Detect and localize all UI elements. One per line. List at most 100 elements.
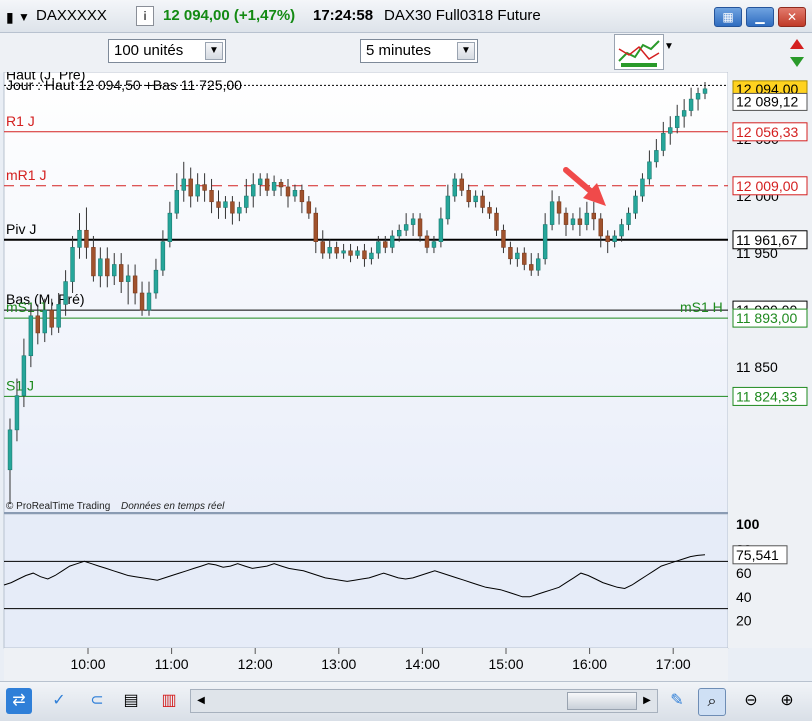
indicators-icon[interactable] [614, 34, 664, 70]
candle-body [341, 250, 346, 254]
candle-body [167, 212, 173, 242]
scroll-left-icon[interactable]: ◀ [193, 692, 209, 710]
candle-body [376, 241, 381, 254]
candle-body [42, 309, 47, 334]
time-tick-label: 10:00 [70, 656, 105, 672]
level-label: S1 J [6, 377, 34, 393]
horizontal-scrollbar[interactable]: ◀ ▶ [190, 689, 658, 713]
clock-time: 17:24:58 [313, 7, 374, 24]
chevron-down-icon[interactable]: ▼ [457, 42, 475, 60]
indicator-plot-background [3, 513, 729, 649]
scroll-right-icon[interactable]: ▶ [639, 692, 655, 710]
candle-body [605, 235, 610, 242]
candle-body [91, 247, 96, 277]
scrollbar-thumb[interactable] [567, 692, 637, 710]
candle-body [487, 207, 492, 214]
candle-body [327, 247, 332, 254]
candle-body [139, 292, 145, 311]
candle-body [535, 258, 541, 271]
level-label: R1 J [6, 113, 35, 129]
time-tick-label: 11:00 [155, 656, 189, 672]
chevron-down-icon[interactable]: ▼ [205, 42, 223, 60]
trade-arrows-icon[interactable] [786, 37, 808, 69]
candle-body [230, 201, 235, 214]
candle-body [216, 201, 221, 208]
candle-body [549, 201, 555, 225]
candle-body [480, 195, 485, 208]
minimize-icon[interactable]: ▁ [746, 7, 774, 27]
time-axis-background [4, 648, 728, 682]
candle-body [299, 190, 305, 203]
candle-body [466, 190, 471, 203]
price-tick-label: 11 850 [736, 359, 778, 375]
candle-body [14, 395, 20, 431]
close-icon[interactable]: ✕ [778, 7, 806, 27]
zoom-out-icon[interactable]: ⊖ [738, 688, 764, 714]
timeframe-value: 5 minutes [366, 42, 432, 59]
candle-body [49, 309, 54, 328]
candle-body [396, 229, 402, 237]
candle-body [654, 150, 659, 163]
chart-area[interactable]: 12 05012 00011 95011 850Haut (J, Pré)R1 … [0, 72, 812, 682]
level-label: mS1 J [6, 299, 46, 315]
table-icon[interactable]: ▤ [118, 688, 144, 714]
share-icon[interactable]: ⇄ [6, 688, 32, 714]
candle-body [195, 184, 200, 197]
candle-body [244, 195, 249, 208]
bottom-toolbar: ⇄ ✓ ⊂ ▤ ▥ ◀ ▶ ✎ ⌕ ⊖ ⊕ [0, 681, 812, 721]
candle-body [640, 178, 645, 197]
candle-body [202, 184, 207, 191]
time-tick-label: 16:00 [572, 656, 607, 672]
candle-body [702, 88, 708, 94]
candle-body [626, 212, 631, 225]
candle-body [84, 229, 89, 248]
candle-body [28, 315, 34, 357]
candle-body [306, 201, 312, 214]
candle-body [223, 201, 228, 208]
candle-body [188, 178, 193, 197]
candle-body [452, 178, 458, 197]
auto-zoom-icon[interactable]: ⌕ [698, 688, 726, 716]
candle-chart-icon[interactable]: ▮ [6, 8, 14, 26]
candle-body [181, 178, 186, 191]
level-price-tag-label: 11 893,00 [736, 310, 797, 326]
indicator-axis-top: 100 [736, 516, 760, 532]
candle-body [132, 275, 138, 294]
timeframe-select[interactable]: 5 minutes ▼ [360, 39, 478, 63]
candle-body [285, 186, 291, 197]
candle-body [501, 229, 506, 248]
time-tick-label: 17:00 [656, 656, 691, 672]
candle-body [63, 281, 68, 305]
candle-body [612, 235, 617, 242]
keyboard-icon[interactable]: ▦ [714, 7, 742, 27]
dropdown-arrow-icon[interactable]: ▼ [18, 8, 30, 26]
candle-body [112, 264, 117, 277]
order-book-icon[interactable]: ▥ [156, 688, 182, 714]
chevron-down-icon[interactable]: ▼ [664, 41, 674, 52]
info-icon[interactable]: i [136, 6, 154, 26]
link-icon[interactable]: ⊂ [84, 688, 110, 714]
candle-body [508, 247, 513, 260]
candle-body [334, 247, 339, 254]
candle-body [674, 115, 680, 128]
candle-body [292, 190, 298, 197]
candle-body [390, 235, 395, 248]
candle-body [661, 133, 666, 151]
candle-body [56, 304, 61, 328]
candle-body [320, 241, 325, 254]
candle-body [70, 247, 75, 282]
candle-body [633, 195, 638, 214]
zoom-in-icon[interactable]: ⊕ [774, 688, 800, 714]
candle-body [591, 212, 597, 220]
watermark-note: Données en temps réel [121, 501, 225, 512]
candle-body [369, 252, 374, 260]
chart-settings-icon[interactable]: ✓ [46, 688, 72, 714]
candle-body [584, 212, 590, 225]
candle-body [125, 275, 131, 282]
level-price-tag-label: 12 056,33 [736, 124, 798, 140]
symbol-label[interactable]: DAXXXXX [36, 7, 107, 25]
tools-icon[interactable]: ✎ [664, 688, 690, 714]
quantity-select[interactable]: 100 unités ▼ [108, 39, 226, 63]
time-tick-label: 13:00 [321, 656, 356, 672]
indicator-tick-label: 20 [736, 612, 752, 628]
